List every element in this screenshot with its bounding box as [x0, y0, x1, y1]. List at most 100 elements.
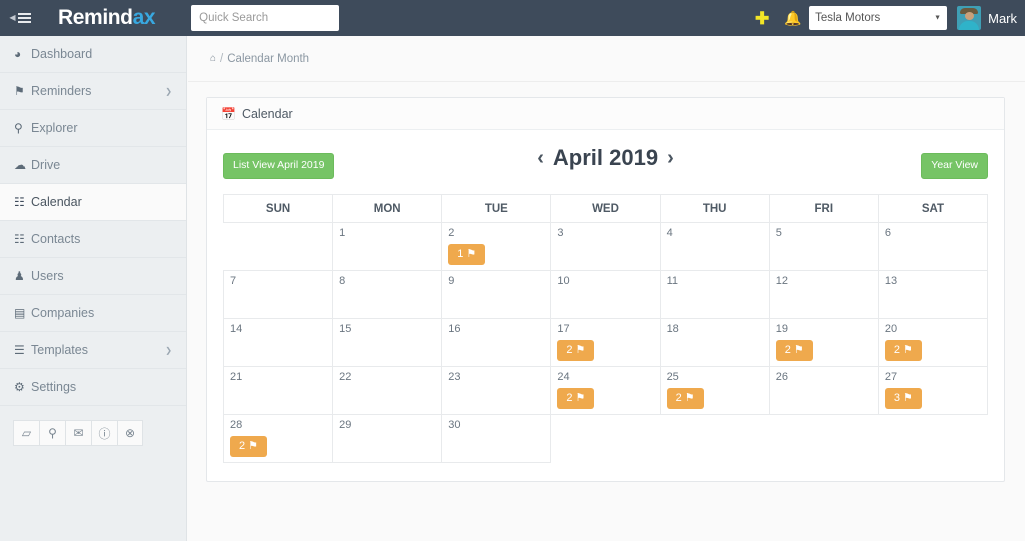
calendar-day-cell[interactable]: 12: [769, 271, 878, 319]
username-label[interactable]: Mark: [988, 11, 1017, 26]
calendar-day-cell[interactable]: 242⚑: [551, 367, 660, 415]
reminder-count-badge[interactable]: 1⚑: [448, 244, 485, 265]
calendar-day-cell[interactable]: 26: [769, 367, 878, 415]
gear-icon: ⚙: [14, 380, 31, 394]
calendar-day-cell[interactable]: 282⚑: [224, 415, 333, 463]
sidebar-item-label: Contacts: [31, 232, 80, 246]
calendar-day-cell[interactable]: 252⚑: [660, 367, 769, 415]
breadcrumb-separator: /: [220, 53, 223, 65]
calendar-day-cell[interactable]: 8: [333, 271, 442, 319]
sidebar-item-label: Settings: [31, 380, 76, 394]
reminder-count-badge[interactable]: 3⚑: [885, 388, 922, 409]
search-icon: ⚲: [14, 121, 31, 135]
sidebar-item-reminders[interactable]: ⚑Reminders❯: [0, 73, 186, 110]
calendar-header-row: SUNMONTUEWEDTHUFRISAT: [224, 195, 988, 223]
calendar-cell-empty: [769, 415, 878, 463]
avatar-body: [959, 21, 979, 30]
envelope-icon[interactable]: ✉: [65, 420, 91, 446]
calendar-day-cell[interactable]: 3: [551, 223, 660, 271]
calendar-day-cell[interactable]: 9: [442, 271, 551, 319]
reminder-count-badge[interactable]: 2⚑: [557, 340, 594, 361]
day-number: 26: [776, 371, 872, 384]
calendar-day-cell[interactable]: 16: [442, 319, 551, 367]
sidebar-item-drive[interactable]: ☁Drive: [0, 147, 186, 184]
reminder-count-badge[interactable]: 2⚑: [667, 388, 704, 409]
brand-logo[interactable]: Remindax: [58, 6, 155, 30]
calendar-icon: ☷: [14, 195, 31, 209]
sidebar-item-settings[interactable]: ⚙Settings: [0, 369, 186, 406]
calendar-day-header: TUE: [442, 195, 551, 223]
chevron-right-icon: ❯: [165, 87, 172, 96]
calendar-icon: 📅: [221, 107, 236, 121]
sidebar-item-explorer[interactable]: ⚲Explorer: [0, 110, 186, 147]
top-navbar: ◀ Remindax ✚ 🔔 Tesla Motors ▼ Mark: [0, 0, 1025, 36]
calendar-day-cell[interactable]: 202⚑: [878, 319, 987, 367]
calendar-day-cell[interactable]: 21: [224, 367, 333, 415]
search-icon[interactable]: ⚲: [39, 420, 65, 446]
reminder-count-badge[interactable]: 2⚑: [776, 340, 813, 361]
sidebar-item-label: Calendar: [31, 195, 82, 209]
calendar-day-cell[interactable]: 18: [660, 319, 769, 367]
calendar-day-cell[interactable]: 172⚑: [551, 319, 660, 367]
sidebar-item-dashboard[interactable]: ◕Dashboard: [0, 36, 186, 73]
calendar-day-cell[interactable]: 7: [224, 271, 333, 319]
year-view-button[interactable]: Year View: [921, 153, 988, 179]
sidebar: ◕Dashboard⚑Reminders❯⚲Explorer☁Drive☷Cal…: [0, 36, 187, 541]
list-view-button[interactable]: List View April 2019: [223, 153, 334, 179]
sidebar-tool-row: ▱⚲✉ⓘ⊗: [0, 406, 186, 446]
calendar-day-cell[interactable]: 4: [660, 223, 769, 271]
prev-month-button[interactable]: ‹: [537, 148, 544, 168]
calendar-day-cell[interactable]: 1: [333, 223, 442, 271]
user-avatar[interactable]: [957, 6, 981, 30]
home-icon[interactable]: ⌂: [210, 53, 216, 64]
bell-icon: ⚑: [685, 393, 695, 404]
day-number: 15: [339, 323, 435, 336]
main-content: ⌂ / Calendar Month 📅 Calendar List View …: [188, 36, 1025, 541]
calendar-day-cell[interactable]: 192⚑: [769, 319, 878, 367]
reminder-count: 1: [457, 249, 463, 260]
reminder-count-badge[interactable]: 2⚑: [885, 340, 922, 361]
calendar-day-cell[interactable]: 23: [442, 367, 551, 415]
add-plus-icon[interactable]: ✚: [747, 10, 777, 27]
sidebar-toggle-button[interactable]: ◀: [0, 0, 40, 36]
calendar-day-cell[interactable]: 11: [660, 271, 769, 319]
reminder-count-badge[interactable]: 2⚑: [557, 388, 594, 409]
reminder-count-badge[interactable]: 2⚑: [230, 436, 267, 457]
calendar-controls: List View April 2019 ‹ April 2019 › Year…: [223, 144, 988, 188]
search-input[interactable]: [191, 5, 339, 31]
reminder-count: 2: [566, 345, 572, 356]
bell-icon: ⚑: [794, 345, 804, 356]
calendar-day-cell[interactable]: 13: [878, 271, 987, 319]
info-circle-icon[interactable]: ⓘ: [91, 420, 117, 446]
close-circle-icon[interactable]: ⊗: [117, 420, 143, 446]
sidebar-item-calendar[interactable]: ☷Calendar: [0, 184, 186, 221]
calendar-day-cell[interactable]: 6: [878, 223, 987, 271]
day-number: 29: [339, 419, 435, 432]
calendar-day-cell[interactable]: 29: [333, 415, 442, 463]
sidebar-item-contacts[interactable]: ☷Contacts: [0, 221, 186, 258]
calendar-day-cell[interactable]: 22: [333, 367, 442, 415]
company-select[interactable]: Tesla Motors: [809, 6, 947, 30]
briefcase-icon[interactable]: ▱: [13, 420, 39, 446]
calendar-day-cell[interactable]: 273⚑: [878, 367, 987, 415]
calendar-day-cell[interactable]: 30: [442, 415, 551, 463]
reminder-count: 3: [894, 393, 900, 404]
sidebar-item-users[interactable]: ♟Users: [0, 258, 186, 295]
calendar-day-cell[interactable]: 5: [769, 223, 878, 271]
panel-body: List View April 2019 ‹ April 2019 › Year…: [207, 130, 1004, 481]
sidebar-item-templates[interactable]: ☰Templates❯: [0, 332, 186, 369]
day-number: 9: [448, 275, 544, 288]
day-number: 22: [339, 371, 435, 384]
sidebar-item-companies[interactable]: ▤Companies: [0, 295, 186, 332]
calendar-body: 121⚑345678910111213141516172⚑18192⚑202⚑2…: [224, 223, 988, 463]
day-number: 23: [448, 371, 544, 384]
calendar-day-cell[interactable]: 10: [551, 271, 660, 319]
calendar-day-cell[interactable]: 21⚑: [442, 223, 551, 271]
calendar-day-cell[interactable]: 14: [224, 319, 333, 367]
notification-bell-icon[interactable]: 🔔: [777, 11, 809, 25]
chevron-right-icon: ❯: [165, 346, 172, 355]
calendar-day-cell[interactable]: 15: [333, 319, 442, 367]
calendar-cell-empty: [224, 223, 333, 271]
sidebar-item-label: Users: [31, 269, 64, 283]
next-month-button[interactable]: ›: [667, 148, 674, 168]
